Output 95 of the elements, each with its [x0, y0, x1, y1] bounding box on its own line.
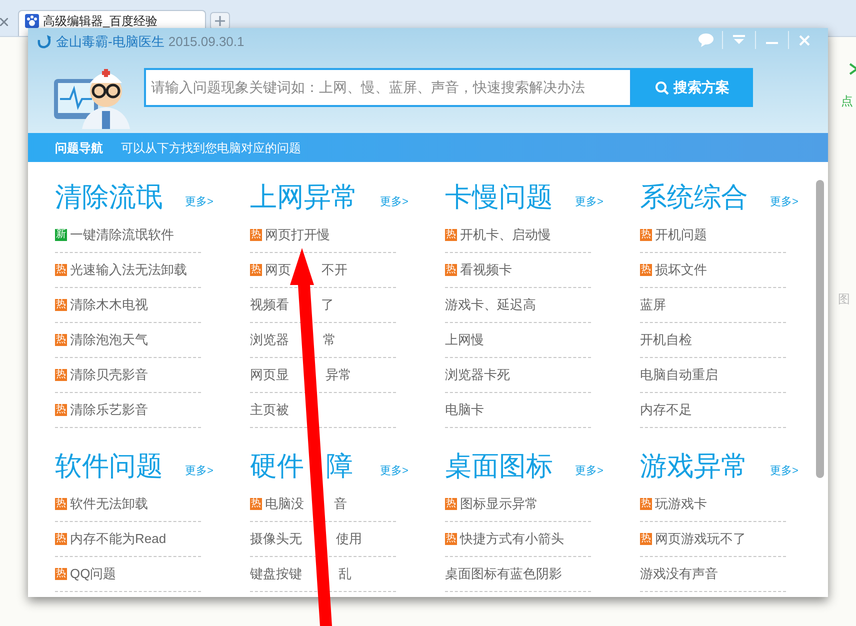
- problem-link[interactable]: 损坏文件: [655, 260, 707, 280]
- badge: 新: [55, 229, 67, 241]
- search-field[interactable]: 请输入问题现象关键词如：上网、慢、蓝屏、声音，快速搜索解决办法: [144, 68, 632, 107]
- badge: 热: [445, 264, 457, 276]
- more-link[interactable]: 更多>: [575, 462, 604, 479]
- more-link[interactable]: 更多>: [185, 462, 214, 479]
- more-link[interactable]: 更多>: [575, 194, 604, 210]
- problem-link[interactable]: 游戏卡、延迟高: [445, 295, 536, 315]
- problem-link[interactable]: 乱: [338, 564, 352, 584]
- problem-link[interactable]: 上网慢: [445, 330, 484, 350]
- nav-hint: 可以从下方找到您电脑对应的问题: [121, 140, 301, 156]
- problem-link[interactable]: 了: [320, 295, 334, 315]
- section-title: 软件问题: [55, 450, 163, 483]
- more-link[interactable]: 更多>: [770, 462, 798, 479]
- section-title: 桌面图标: [445, 450, 553, 483]
- problem-link[interactable]: 电脑没: [265, 494, 304, 514]
- problem-link[interactable]: 清除木木电视: [70, 295, 148, 315]
- side-label: 图: [838, 291, 850, 308]
- problem-link[interactable]: 一键清除流氓软件: [70, 225, 174, 245]
- problem-link[interactable]: 图标显示异常: [460, 494, 538, 514]
- badge: 热: [640, 533, 652, 545]
- search-icon: [654, 80, 668, 94]
- app-name: 金山毒霸-电脑医生: [56, 33, 164, 51]
- problem-link[interactable]: QQ问题: [70, 564, 116, 584]
- problem-link[interactable]: 网页打开慢: [265, 225, 330, 245]
- badge: 热: [55, 404, 67, 416]
- section-title: 系统综合: [640, 181, 748, 214]
- problem-link[interactable]: 快捷方式有小箭头: [460, 529, 564, 549]
- problem-link[interactable]: 清除泡泡天气: [70, 330, 148, 350]
- problem-link[interactable]: 摄像头无: [250, 529, 302, 549]
- section-title: 硬件: [250, 450, 304, 483]
- badge: 热: [250, 229, 262, 241]
- problem-link[interactable]: 不开: [321, 260, 348, 280]
- problem-link[interactable]: 清除乐艺影音: [70, 400, 148, 420]
- badge: 热: [55, 533, 67, 545]
- problem-link[interactable]: 键盘按键: [250, 564, 302, 584]
- problem-link[interactable]: 开机卡、启动慢: [460, 225, 551, 245]
- close-tab-icon[interactable]: [0, 18, 8, 26]
- problem-link[interactable]: 使用: [336, 529, 362, 549]
- badge: 热: [55, 568, 67, 580]
- problem-link[interactable]: 浏览器卡死: [445, 365, 510, 385]
- problem-link[interactable]: 玩游戏卡: [655, 494, 707, 514]
- version-label: 2015.09.30.1: [168, 33, 244, 51]
- section-title: 清除流氓: [55, 181, 163, 214]
- badge: 热: [250, 498, 262, 510]
- section-title: 上网异常: [250, 181, 358, 214]
- badge: 热: [640, 498, 652, 510]
- badge: 热: [640, 229, 652, 241]
- section-title: 障: [326, 450, 353, 483]
- section-title: 游戏异常: [640, 450, 748, 483]
- badge: 热: [55, 498, 67, 510]
- problem-link[interactable]: 异常: [325, 365, 352, 385]
- badge: 热: [55, 334, 67, 346]
- section-title: 卡慢问题: [445, 181, 553, 214]
- problem-link[interactable]: 浏览器: [250, 330, 289, 350]
- badge: 热: [445, 498, 457, 510]
- problem-link[interactable]: 内存不足: [640, 400, 692, 420]
- problem-link[interactable]: 清除贝壳影音: [70, 365, 148, 385]
- problem-link[interactable]: 内存不能为Read: [70, 529, 166, 549]
- problem-link[interactable]: 网页: [265, 260, 291, 280]
- dropdown-icon[interactable]: [733, 35, 745, 45]
- problem-link[interactable]: 主页被: [250, 400, 289, 420]
- chat-icon[interactable]: [698, 33, 714, 47]
- problem-link[interactable]: 音: [334, 494, 347, 514]
- badge: 热: [640, 264, 652, 276]
- problem-link[interactable]: 软件无法卸载: [70, 494, 148, 514]
- new-tab-icon[interactable]: [210, 12, 230, 30]
- paw-icon: [25, 14, 39, 28]
- problem-link[interactable]: 常: [323, 330, 336, 350]
- badge: 热: [55, 264, 67, 276]
- more-link[interactable]: 更多>: [380, 462, 408, 479]
- problem-link[interactable]: 光速输入法无法卸载: [70, 260, 187, 280]
- problem-link[interactable]: 游戏没有声音: [640, 564, 718, 584]
- problem-link[interactable]: 蓝屏: [640, 295, 666, 315]
- more-link[interactable]: 更多>: [380, 194, 408, 210]
- more-link[interactable]: 更多>: [770, 194, 798, 210]
- badge: 热: [250, 264, 262, 276]
- problem-link[interactable]: 电脑自动重启: [640, 365, 718, 385]
- badge: 热: [55, 369, 67, 381]
- nav-title: 问题导航: [55, 140, 103, 156]
- problem-link[interactable]: 开机问题: [655, 225, 707, 245]
- problem-link[interactable]: 开机自检: [640, 330, 692, 350]
- problem-link[interactable]: 桌面图标有蓝色阴影: [445, 564, 562, 584]
- more-link[interactable]: 更多>: [185, 194, 214, 210]
- minimize-icon[interactable]: [766, 42, 778, 44]
- problem-link[interactable]: 视频看: [250, 295, 289, 315]
- problem-link[interactable]: 网页显: [250, 365, 289, 385]
- problem-link[interactable]: 电脑卡: [445, 400, 484, 420]
- badge: 热: [445, 533, 457, 545]
- problem-link[interactable]: 网页游戏玩不了: [655, 529, 746, 549]
- logo-icon: [36, 34, 52, 50]
- close-icon[interactable]: [799, 34, 810, 46]
- problem-link[interactable]: 看视频卡: [460, 260, 512, 280]
- badge: 热: [55, 299, 67, 311]
- badge: 热: [445, 229, 457, 241]
